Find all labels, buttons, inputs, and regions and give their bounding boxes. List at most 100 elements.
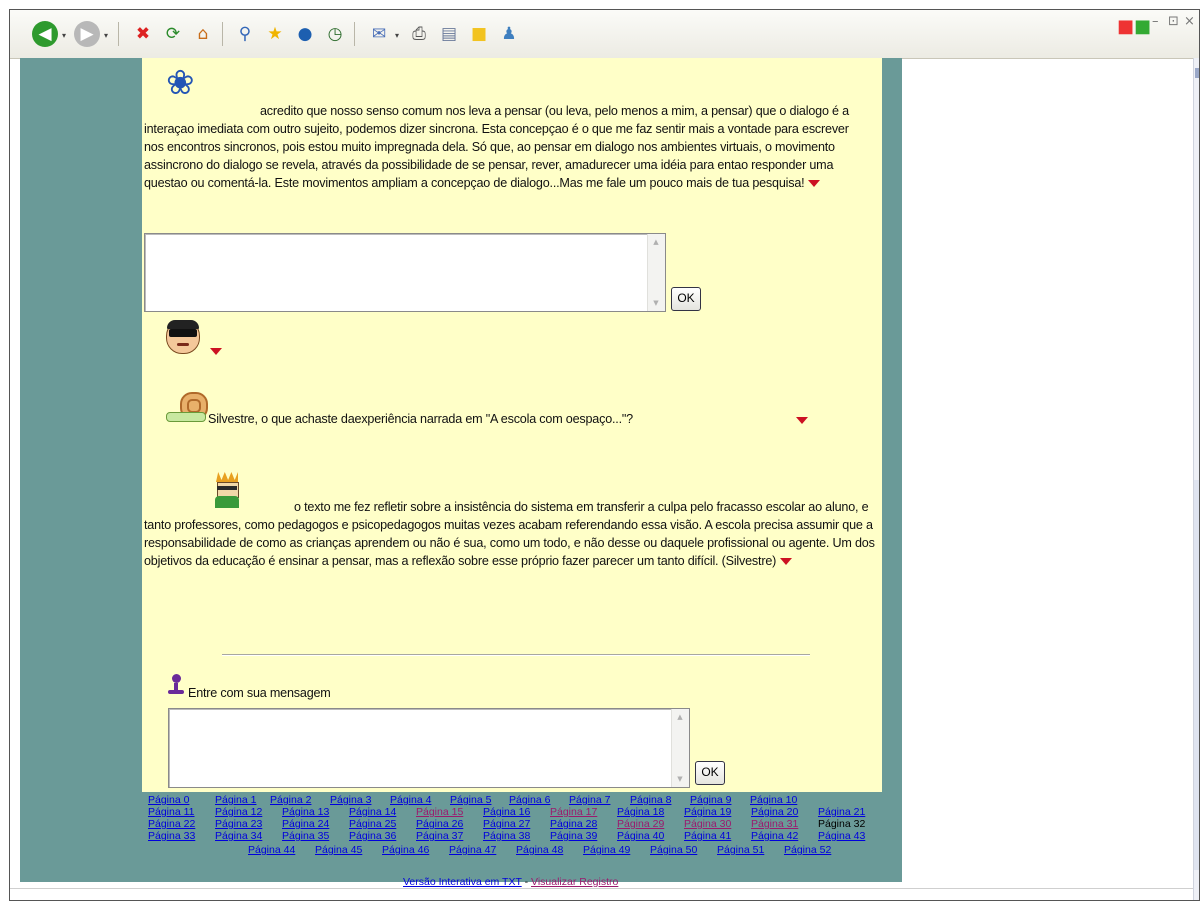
view-registry-link[interactable]: Visualizar Registro [531, 876, 618, 888]
page-link[interactable]: Página 12 [215, 806, 262, 819]
page-link[interactable]: Página 35 [282, 830, 329, 843]
toolbar-separator [354, 22, 355, 46]
forward-button[interactable]: ▶ [74, 21, 100, 47]
page-link[interactable]: Página 1 [215, 794, 256, 807]
forward-arrow-icon: ▶ [80, 23, 94, 44]
discuss-button[interactable]: ■ [466, 21, 492, 47]
page-link[interactable]: Página 23 [215, 818, 262, 831]
page-link[interactable]: Página 16 [483, 806, 530, 819]
page-link[interactable]: Página 22 [148, 818, 195, 831]
page-link[interactable]: Página 50 [650, 844, 697, 857]
page-link[interactable]: Página 28 [550, 818, 597, 831]
page-link[interactable]: Página 44 [248, 844, 295, 857]
text-version-link[interactable]: Versão Interativa em TXT [403, 876, 522, 888]
page-link[interactable]: Página 42 [751, 830, 798, 843]
back-button[interactable]: ◀ [32, 21, 58, 47]
page-link[interactable]: Página 14 [349, 806, 396, 819]
back-dropdown-icon[interactable]: ▾ [62, 31, 69, 40]
page-link[interactable]: Página 26 [416, 818, 463, 831]
forward-dropdown-icon[interactable]: ▾ [104, 31, 111, 40]
reply-arrow-icon[interactable] [210, 348, 222, 355]
page-link[interactable]: Página 24 [282, 818, 329, 831]
page-link[interactable]: Página 2 [270, 794, 311, 807]
page-link[interactable]: Página 21 [818, 806, 865, 819]
page-link[interactable]: Página 13 [282, 806, 329, 819]
home-icon: ⌂ [197, 23, 209, 44]
page-link[interactable]: Página 8 [630, 794, 671, 807]
page-link[interactable]: Página 0 [148, 794, 189, 807]
note-icon: ■ [470, 23, 488, 44]
scroll-up-icon[interactable] [1195, 68, 1199, 78]
page-link[interactable]: Página 19 [684, 806, 731, 819]
page-link[interactable]: Página 4 [390, 794, 431, 807]
page-link[interactable]: Página 37 [416, 830, 463, 843]
page-link[interactable]: Página 43 [818, 830, 865, 843]
page-link[interactable]: Página 29 [617, 818, 664, 831]
search-button[interactable]: ⚲ [232, 21, 258, 47]
page-link[interactable]: Página 15 [416, 806, 463, 819]
message-textarea[interactable]: ▲ ▼ [168, 708, 690, 788]
page-link[interactable]: Página 34 [215, 830, 262, 843]
page-link[interactable]: Página 31 [751, 818, 798, 831]
page-link[interactable]: Página 7 [569, 794, 610, 807]
page-link[interactable]: Página 5 [450, 794, 491, 807]
page-link[interactable]: Página 18 [617, 806, 664, 819]
scroll-up-icon[interactable]: ▲ [674, 711, 686, 723]
page-link[interactable]: Página 3 [330, 794, 371, 807]
page-link[interactable]: Página 49 [583, 844, 630, 857]
page-link[interactable]: Página 40 [617, 830, 664, 843]
page-link[interactable]: Página 27 [483, 818, 530, 831]
page-link[interactable]: Página 38 [483, 830, 530, 843]
mail-dropdown-icon[interactable]: ▾ [395, 31, 402, 40]
page-link[interactable]: Página 11 [148, 806, 195, 819]
page-link[interactable]: Página 20 [751, 806, 798, 819]
back-arrow-icon: ◀ [38, 23, 52, 44]
scroll-up-icon[interactable]: ▲ [650, 236, 662, 248]
close-icon[interactable]: × [1184, 14, 1195, 32]
stop-button[interactable]: ✖ [130, 21, 156, 47]
textarea-scrollbar[interactable]: ▲ ▼ [671, 709, 689, 787]
page-link[interactable]: Página 9 [690, 794, 731, 807]
minimize-icon[interactable]: – [1152, 14, 1159, 32]
messenger-icon: ♟ [501, 23, 517, 44]
message-text: acredito que nosso senso comum nos leva … [144, 102, 870, 192]
page-link[interactable]: Página 46 [382, 844, 429, 857]
page-link[interactable]: Página 6 [509, 794, 550, 807]
page-link[interactable]: Página 36 [349, 830, 396, 843]
messenger-button[interactable]: ♟ [496, 21, 522, 47]
page-link[interactable]: Página 10 [750, 794, 797, 807]
page-link[interactable]: Página 39 [550, 830, 597, 843]
send-ok-button[interactable]: OK [695, 761, 725, 785]
mail-button[interactable]: ✉ [366, 21, 392, 47]
page-link[interactable]: Página 30 [684, 818, 731, 831]
page-link[interactable]: Página 47 [449, 844, 496, 857]
reply-ok-button[interactable]: OK [671, 287, 701, 311]
textarea-scrollbar[interactable]: ▲ ▼ [647, 234, 665, 311]
page-link[interactable]: Página 52 [784, 844, 831, 857]
page-link[interactable]: Página 48 [516, 844, 563, 857]
reply-arrow-icon[interactable] [796, 417, 808, 424]
printer-icon: ⎙ [412, 23, 426, 44]
scroll-down-icon[interactable]: ▼ [650, 297, 662, 309]
scrollbar-thumb[interactable] [1194, 480, 1199, 870]
page-link[interactable]: Página 51 [717, 844, 764, 857]
media-button[interactable]: ● [292, 21, 318, 47]
page-link[interactable]: Página 33 [148, 830, 195, 843]
reply-arrow-icon[interactable] [808, 180, 821, 188]
message-1-text: acredito que nosso senso comum nos leva … [144, 104, 849, 190]
scroll-down-icon[interactable]: ▼ [674, 773, 686, 785]
restore-icon[interactable]: ⊡ [1168, 14, 1179, 32]
page-link[interactable]: Página 17 [550, 806, 597, 819]
reply-textarea[interactable]: ▲ ▼ [144, 233, 666, 312]
history-button[interactable]: ◷ [322, 21, 348, 47]
refresh-button[interactable]: ⟳ [160, 21, 186, 47]
edit-button[interactable]: ▤ [436, 21, 462, 47]
favorites-button[interactable]: ★ [262, 21, 288, 47]
page-link[interactable]: Página 45 [315, 844, 362, 857]
reply-arrow-icon[interactable] [780, 558, 793, 566]
page-link[interactable]: Página 41 [684, 830, 731, 843]
home-button[interactable]: ⌂ [190, 21, 216, 47]
refresh-icon: ⟳ [165, 23, 181, 44]
page-link[interactable]: Página 25 [349, 818, 396, 831]
print-button[interactable]: ⎙ [406, 21, 432, 47]
